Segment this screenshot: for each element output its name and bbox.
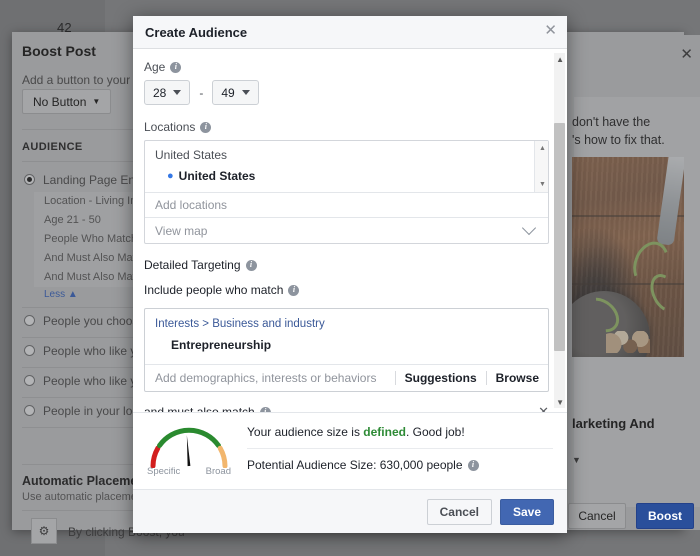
boost-post-title: Boost Post bbox=[22, 43, 96, 59]
audience-status-suffix: . Good job! bbox=[405, 425, 465, 439]
chevron-down-icon bbox=[173, 90, 182, 95]
radio-audience-0[interactable] bbox=[24, 174, 35, 185]
age-label: Age bbox=[144, 60, 166, 74]
preview-copy-line2: 's how to fix that. bbox=[572, 133, 665, 147]
photo-dim-overlay bbox=[572, 157, 684, 357]
info-icon[interactable]: i bbox=[259, 406, 271, 412]
cancel-button[interactable]: Cancel bbox=[426, 498, 492, 525]
preview-photo bbox=[572, 157, 684, 357]
include-group: Interests > Business and industry Entrep… bbox=[145, 309, 548, 364]
gauge-svg bbox=[150, 427, 228, 469]
info-icon[interactable]: i bbox=[245, 259, 257, 271]
gear-icon[interactable]: ⚙ bbox=[31, 518, 57, 544]
detailed-targeting-label: Detailed Targeting bbox=[144, 258, 241, 272]
modal-header: Create Audience ✕ bbox=[133, 16, 567, 49]
post-preview-panel: ✕ don't have the 's how to fix that. lar… bbox=[566, 35, 700, 530]
must-also-match-row: and must also match i ✕ bbox=[144, 404, 549, 412]
chevron-down-icon[interactable]: ▼ bbox=[572, 455, 581, 465]
info-icon[interactable]: i bbox=[288, 284, 300, 296]
audience-status-line: Your audience size is defined. Good job! bbox=[247, 425, 553, 449]
radio-audience-4[interactable] bbox=[24, 405, 35, 416]
include-input[interactable]: Add demographics, interests or behaviors bbox=[155, 371, 376, 385]
suggestions-button[interactable]: Suggestions bbox=[394, 371, 486, 385]
locations-group-label: United States bbox=[155, 148, 228, 162]
include-targeting-box: Interests > Business and industry Entrep… bbox=[144, 308, 549, 392]
audience-heading: AUDIENCE bbox=[22, 141, 83, 153]
locations-selected-list: United States ● United States ▲ ▼ bbox=[145, 141, 548, 193]
audience-detail-1: Age 21 - 50 bbox=[44, 214, 101, 226]
page-root: 42 Boost Post ✕ Add a button to your pos… bbox=[0, 0, 700, 556]
age-label-row: Age i bbox=[144, 60, 549, 74]
map-pin-icon: ● bbox=[167, 169, 174, 182]
age-min-value: 28 bbox=[153, 85, 167, 100]
audience-status-prefix: Your audience size is bbox=[247, 425, 364, 439]
radio-audience-2[interactable] bbox=[24, 345, 35, 356]
less-label: Less bbox=[44, 289, 66, 300]
no-button-select[interactable]: No Button ▼ bbox=[22, 89, 112, 114]
caret-down-icon[interactable]: ▼ bbox=[539, 181, 546, 188]
radio-audience-1[interactable] bbox=[24, 315, 35, 326]
save-button[interactable]: Save bbox=[499, 498, 554, 525]
potential-audience-size: Potential Audience Size: 630,000 people bbox=[247, 458, 463, 472]
detailed-targeting-label-row: Detailed Targeting i bbox=[144, 258, 549, 272]
location-item[interactable]: ● United States bbox=[155, 169, 538, 183]
chevron-down-icon bbox=[521, 220, 537, 236]
caret-up-icon[interactable]: ▲ bbox=[539, 145, 546, 152]
info-icon[interactable]: i bbox=[170, 61, 182, 73]
include-people-label: Include people who match bbox=[144, 283, 284, 297]
modal-title: Create Audience bbox=[145, 24, 248, 40]
audience-meter-section: Specific Broad Your audience size is def… bbox=[133, 412, 567, 489]
include-input-row: Add demographics, interests or behaviors… bbox=[145, 364, 548, 391]
radio-audience-3[interactable] bbox=[24, 375, 35, 386]
caret-down-icon[interactable]: ▼ bbox=[556, 398, 564, 407]
age-min-select[interactable]: 28 bbox=[144, 80, 191, 105]
info-icon[interactable]: i bbox=[200, 121, 212, 133]
include-people-label-row: Include people who match i bbox=[144, 283, 549, 297]
modal-footer: Cancel Save bbox=[133, 489, 567, 533]
modal-scrollbar-thumb[interactable] bbox=[554, 123, 565, 351]
include-item[interactable]: Entrepreneurship bbox=[155, 338, 538, 352]
age-separator: - bbox=[199, 85, 204, 100]
include-breadcrumb: Interests > Business and industry bbox=[155, 318, 325, 330]
age-range-row: 28 - 49 bbox=[144, 80, 549, 105]
close-icon[interactable]: ✕ bbox=[680, 45, 693, 63]
chevron-down-icon bbox=[241, 90, 250, 95]
no-button-label: No Button bbox=[33, 94, 87, 109]
locations-box: United States ● United States ▲ ▼ Add lo… bbox=[144, 140, 549, 244]
create-audience-modal: Create Audience ✕ ▲ ▼ Age i 28 - 49 Loca… bbox=[133, 16, 567, 533]
locations-label: Locations bbox=[144, 120, 196, 134]
age-max-select[interactable]: 49 bbox=[212, 80, 259, 105]
audience-meter-text: Your audience size is defined. Good job!… bbox=[247, 422, 553, 472]
modal-body: ▲ ▼ Age i 28 - 49 Locations i United Sta… bbox=[133, 49, 567, 412]
locations-scrollbar[interactable]: ▲ ▼ bbox=[534, 141, 548, 192]
include-actions: Suggestions Browse bbox=[394, 371, 548, 385]
must-also-match-label: and must also match bbox=[144, 405, 255, 412]
view-map-toggle[interactable]: View map bbox=[145, 218, 548, 243]
chevron-up-icon: ▲ bbox=[67, 289, 78, 300]
browse-button[interactable]: Browse bbox=[485, 371, 548, 385]
info-icon[interactable]: i bbox=[467, 459, 479, 471]
cancel-button[interactable]: Cancel bbox=[568, 503, 626, 529]
view-map-label: View map bbox=[155, 223, 208, 238]
gauge-right-label: Broad bbox=[205, 466, 231, 477]
audience-status-word: defined bbox=[363, 425, 406, 439]
less-toggle[interactable]: Less ▲ bbox=[44, 289, 78, 300]
boost-button[interactable]: Boost bbox=[636, 503, 694, 529]
preview-copy-line1: don't have the bbox=[572, 115, 651, 129]
caret-up-icon[interactable]: ▲ bbox=[556, 55, 564, 64]
close-icon[interactable]: ✕ bbox=[538, 404, 549, 412]
close-icon[interactable]: ✕ bbox=[544, 23, 557, 38]
gauge-left-label: Specific bbox=[147, 466, 181, 477]
audience-gauge: Specific Broad bbox=[147, 422, 231, 480]
potential-audience-line: Potential Audience Size: 630,000 people … bbox=[247, 449, 553, 472]
preview-headline: larketing And bbox=[572, 416, 655, 431]
locations-label-row: Locations i bbox=[144, 120, 549, 134]
age-max-value: 49 bbox=[221, 85, 235, 100]
gauge-labels: Specific Broad bbox=[147, 466, 231, 477]
background-footer-actions: Cancel Boost bbox=[566, 497, 700, 535]
preview-copy: don't have the 's how to fix that. bbox=[572, 113, 700, 149]
location-item-label: United States bbox=[178, 169, 256, 183]
add-locations-input[interactable]: Add locations bbox=[145, 193, 548, 218]
chevron-down-icon: ▼ bbox=[92, 97, 101, 106]
